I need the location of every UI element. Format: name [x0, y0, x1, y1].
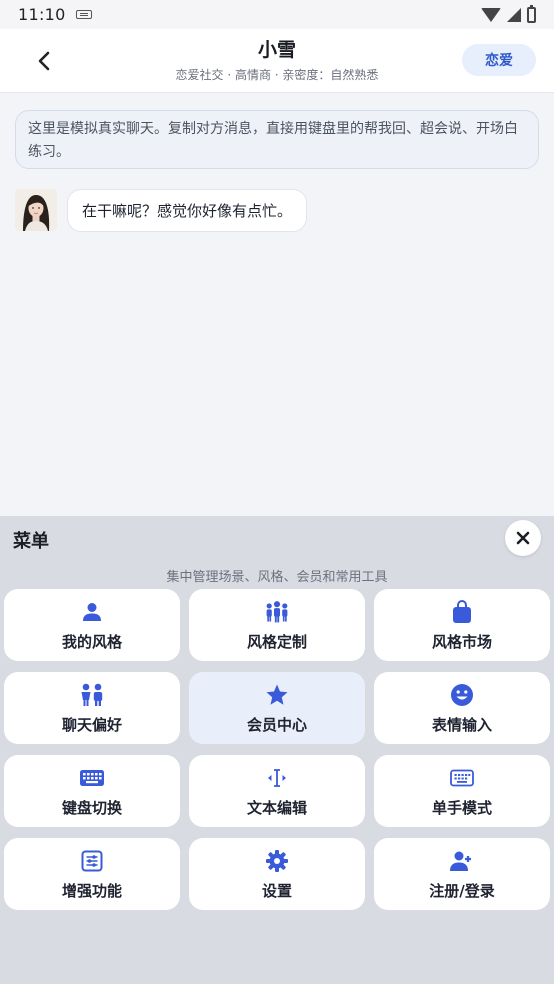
menu-subtitle: 集中管理场景、风格、会员和常用工具 [166, 570, 388, 585]
wifi-icon [481, 7, 501, 22]
menu-item-register-login[interactable]: 注册/登录 [374, 838, 550, 910]
menu-item-my-style[interactable]: 我的风格 [4, 589, 180, 661]
menu-item-label: 聊天偏好 [61, 715, 122, 734]
group-icon [264, 599, 290, 625]
menu-item-label: 风格定制 [246, 632, 307, 651]
menu-close-button[interactable] [505, 520, 541, 556]
keyboard-status-icon [75, 10, 92, 19]
person-icon [79, 599, 105, 625]
menu-item-one-hand-mode[interactable]: 单手模式 [374, 755, 550, 827]
shopping-bag-icon [449, 599, 475, 625]
menu-item-text-edit[interactable]: 文本编辑 [189, 755, 365, 827]
menu-item-label: 会员中心 [246, 715, 307, 734]
text-cursor-icon [264, 765, 290, 791]
avatar-image [15, 189, 57, 231]
menu-item-label: 表情输入 [431, 715, 492, 734]
menu-item-label: 键盘切换 [61, 798, 122, 817]
keyboard-icon [79, 765, 105, 791]
scene-mode-button[interactable]: 恋爱 [462, 44, 536, 76]
menu-item-emoji-input[interactable]: 表情输入 [374, 672, 550, 744]
signal-icon [507, 7, 521, 22]
menu-item-enhanced-features[interactable]: 增强功能 [4, 838, 180, 910]
people-pair-icon [79, 682, 105, 708]
menu-item-label: 增强功能 [61, 881, 122, 900]
menu-grid: 我的风格 风格定制 风格市场 聊天偏好 会员中心 表情输入 键盘切换 文本编辑 … [4, 589, 551, 910]
person-add-icon [449, 848, 475, 874]
menu-panel: 菜单 集中管理场景、风格、会员和常用工具 我的风格 风格定制 风格市场 聊天偏好… [0, 516, 554, 984]
chat-header: 小雪 恋爱社交 · 高情商 · 亲密度：自然熟悉 恋爱 [0, 29, 554, 93]
gear-icon [264, 848, 290, 874]
menu-item-label: 我的风格 [61, 632, 122, 651]
menu-item-label: 单手模式 [431, 798, 492, 817]
status-icons [481, 4, 536, 23]
menu-item-chat-preference[interactable]: 聊天偏好 [4, 672, 180, 744]
menu-item-label: 设置 [261, 881, 292, 900]
menu-item-label: 注册/登录 [429, 881, 495, 900]
smiley-icon [449, 682, 475, 708]
close-icon [516, 531, 530, 545]
menu-item-label: 文本编辑 [246, 798, 307, 817]
message-row: 在干嘛呢？感觉你好像有点忙。 [15, 189, 308, 232]
battery-icon [527, 4, 536, 23]
status-time: 11:10 [18, 5, 66, 24]
status-bar: 11:10 [0, 0, 554, 29]
tune-icon [79, 848, 105, 874]
keyboard-outline-icon [449, 765, 475, 791]
menu-item-keyboard-switch[interactable]: 键盘切换 [4, 755, 180, 827]
menu-item-member-center[interactable]: 会员中心 [189, 672, 365, 744]
simulation-notice: 这里是模拟真实聊天。复制对方消息，直接用键盘里的帮我回、超会说、开场白练习。 [15, 110, 539, 169]
menu-item-style-market[interactable]: 风格市场 [374, 589, 550, 661]
menu-item-style-custom[interactable]: 风格定制 [189, 589, 365, 661]
menu-title: 菜单 [13, 531, 49, 552]
star-icon [264, 682, 290, 708]
avatar[interactable] [15, 189, 57, 231]
menu-item-label: 风格市场 [431, 632, 492, 651]
message-bubble[interactable]: 在干嘛呢？感觉你好像有点忙。 [67, 189, 308, 232]
menu-item-settings[interactable]: 设置 [189, 838, 365, 910]
